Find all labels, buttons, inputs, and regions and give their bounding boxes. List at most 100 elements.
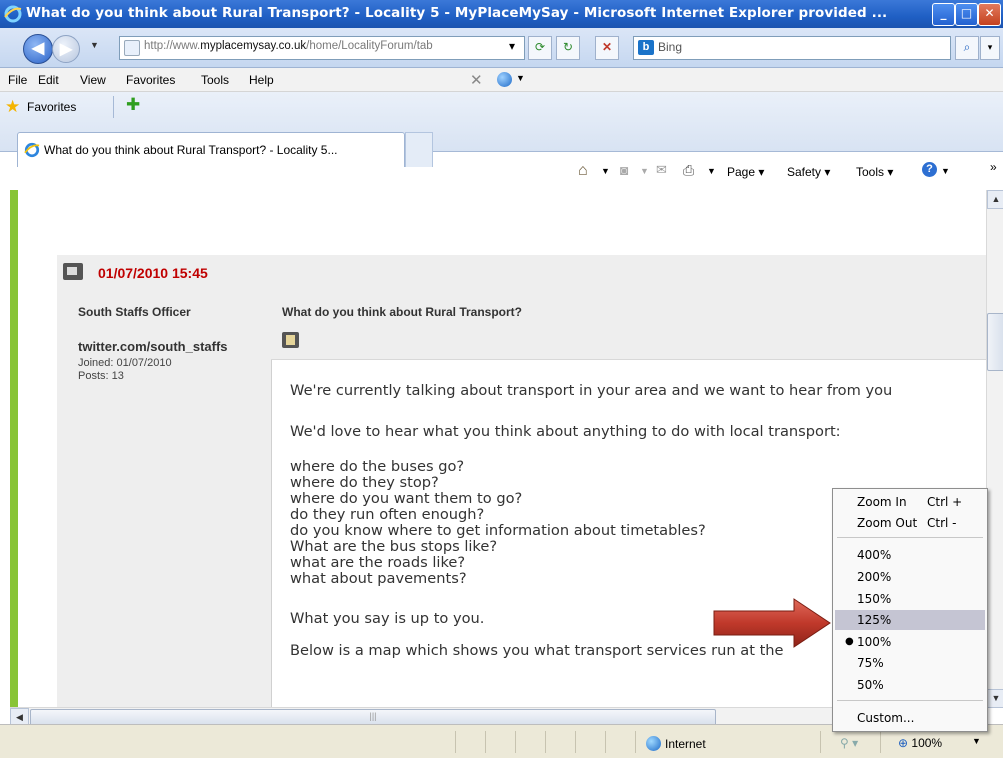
vertical-scroll-thumb[interactable]	[987, 313, 1003, 371]
security-zone[interactable]: Internet	[646, 736, 706, 751]
feeds-icon[interactable]: ◙	[620, 162, 628, 178]
zoom-option[interactable]: 50%	[835, 675, 985, 695]
forward-button[interactable]: ▶	[52, 35, 80, 63]
red-arrow-icon	[713, 598, 831, 648]
scroll-up-button[interactable]: ▲	[987, 190, 1003, 209]
menu-separator	[837, 700, 983, 701]
tab-active[interactable]: What do you think about Rural Transport?…	[17, 132, 405, 167]
zoom-level-button[interactable]: ⊕ 100%	[898, 736, 942, 750]
new-tab-button[interactable]	[405, 132, 433, 167]
scroll-down-button[interactable]: ▼	[987, 689, 1003, 708]
zoom-option-label: 100%	[857, 635, 892, 649]
divider	[575, 731, 576, 753]
vertical-scrollbar[interactable]: ▲ ▼	[986, 190, 1003, 708]
zoom-option-current[interactable]: ● 100%	[835, 632, 985, 652]
home-dropdown-icon[interactable]: ▼	[601, 166, 610, 176]
accent-bar	[10, 190, 18, 707]
ie-logo-icon	[4, 5, 22, 23]
divider	[605, 731, 606, 753]
search-options-button[interactable]: ▾	[980, 36, 1000, 60]
menu-file[interactable]: File	[8, 73, 27, 87]
zoom-out-item[interactable]: Zoom Out Ctrl -	[835, 513, 985, 533]
magnifier-icon: ⊕	[898, 736, 909, 750]
menu-edit[interactable]: Edit	[38, 73, 59, 87]
url-path: /home/LocalityForum/tab	[306, 40, 433, 52]
back-button[interactable]: ◀	[23, 34, 53, 64]
address-field[interactable]: http://www.myplacemysay.co.uk/home/Local…	[119, 36, 525, 60]
zoom-option[interactable]: 75%	[835, 653, 985, 673]
divider	[880, 731, 881, 753]
zoom-custom-item[interactable]: Custom...	[835, 708, 985, 728]
author-joined: Joined: 01/07/2010	[78, 357, 172, 369]
help-icon[interactable]: ?	[922, 162, 937, 177]
print-icon[interactable]: ⎙	[683, 162, 694, 179]
divider	[485, 731, 486, 753]
divider	[113, 96, 114, 118]
menu-help[interactable]: Help	[249, 73, 274, 87]
url-prefix: http://www.	[144, 40, 201, 52]
toolbar-overflow-icon[interactable]: »	[990, 160, 997, 174]
post-map-text: Below is a map which shows you what tran…	[290, 642, 784, 659]
search-input[interactable]: b Bing	[633, 36, 951, 60]
divider	[455, 731, 456, 753]
zoom-dropdown-icon[interactable]: ▼	[972, 736, 981, 746]
minimize-button[interactable]: _	[932, 3, 955, 26]
post-title-row: What do you think about Rural Transport?	[271, 291, 986, 360]
ie-page-icon	[24, 142, 40, 158]
feeds-dropdown-icon[interactable]: ▼	[640, 166, 649, 176]
refresh-button[interactable]: ↻	[556, 36, 580, 60]
author-twitter[interactable]: twitter.com/south_staffs	[78, 339, 228, 354]
compatibility-view-button[interactable]: ⟳	[528, 36, 552, 60]
add-to-favorites-bar-icon[interactable]: ✚	[126, 95, 140, 115]
read-mail-icon[interactable]: ✉	[656, 162, 667, 178]
zoom-option[interactable]: 200%	[835, 567, 985, 587]
zoom-level-label: 100%	[911, 736, 943, 750]
quote-icon[interactable]	[282, 332, 299, 348]
favorites-button[interactable]: ★ Favorites	[5, 97, 76, 117]
tools-menu-button[interactable]: Tools ▾	[856, 165, 893, 179]
question-item: where do they stop?	[290, 474, 439, 491]
page-menu-button[interactable]: Page ▾	[727, 165, 764, 179]
menu-favorites[interactable]: Favorites	[126, 73, 175, 87]
zone-label: Internet	[665, 737, 706, 751]
bing-logo-icon: b	[638, 40, 654, 55]
post-lead: We'd love to hear what you think about a…	[290, 423, 841, 440]
zoom-menu: Zoom In Ctrl + Zoom Out Ctrl - 400% 200% 1…	[832, 488, 988, 732]
print-dropdown-icon[interactable]: ▼	[707, 166, 716, 176]
menu-tools[interactable]: Tools	[201, 73, 229, 87]
home-icon[interactable]: ⌂	[578, 162, 588, 180]
page-menu-label: Page	[727, 165, 756, 179]
zoom-in-shortcut: Ctrl +	[927, 495, 963, 509]
favorites-bar: ★ Favorites ✚ What do you think about Ru…	[0, 92, 1003, 179]
zoom-option-highlighted[interactable]: 125%	[835, 610, 985, 630]
post-title: What do you think about Rural Transport?	[282, 305, 522, 319]
stop-button[interactable]: ✕	[595, 36, 619, 60]
maximize-button[interactable]: □	[955, 3, 978, 26]
close-toolbar-icon[interactable]: ✕	[470, 71, 483, 89]
search-provider-label: Bing	[658, 40, 683, 54]
post-icon	[63, 263, 83, 280]
author-name[interactable]: South Staffs Officer	[78, 305, 191, 319]
recent-pages-dropdown-icon[interactable]: ▼	[90, 40, 99, 50]
selected-bullet-icon: ●	[845, 636, 854, 647]
post-closing: What you say is up to you.	[290, 610, 485, 627]
protected-mode-icon[interactable]: ⚲ ▾	[840, 736, 858, 750]
author-posts: Posts: 13	[78, 370, 124, 382]
search-icon[interactable]: ⌕	[955, 36, 979, 60]
question-item: What are the bus stops like?	[290, 538, 498, 555]
help-dropdown-icon[interactable]: ▼	[941, 166, 950, 176]
tools-globe-icon[interactable]	[497, 72, 512, 87]
chevron-down-icon[interactable]: ▼	[516, 73, 525, 83]
close-button[interactable]: ✕	[978, 3, 1001, 26]
zoom-option[interactable]: 400%	[835, 545, 985, 565]
menu-separator	[837, 537, 983, 538]
zoom-option[interactable]: 150%	[835, 589, 985, 609]
tools-menu-label: Tools	[856, 165, 885, 179]
safety-menu-button[interactable]: Safety ▾	[787, 165, 830, 179]
question-item: do they run often enough?	[290, 506, 485, 523]
menu-view[interactable]: View	[80, 73, 106, 87]
zoom-in-item[interactable]: Zoom In Ctrl +	[835, 492, 985, 512]
question-item: where do the buses go?	[290, 458, 465, 475]
address-dropdown-button[interactable]: ▾	[502, 36, 522, 58]
favorites-star-icon: ★	[5, 97, 21, 116]
